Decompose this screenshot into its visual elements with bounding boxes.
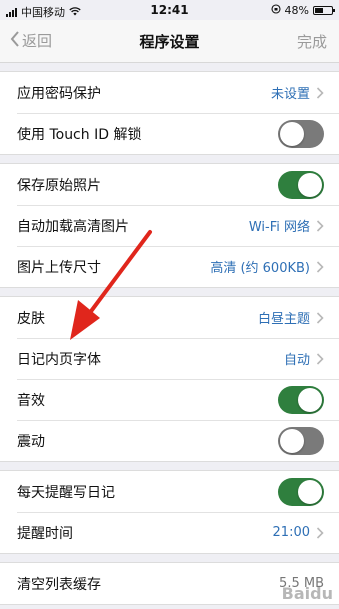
row-label: 震动 — [17, 433, 45, 450]
row-auto-load-hd[interactable]: 自动加载高清图片 Wi-Fi 网络 — [0, 205, 339, 246]
status-right: 48% — [270, 4, 335, 17]
chevron-right-icon — [316, 260, 324, 273]
sound-toggle[interactable] — [278, 385, 324, 414]
row-sound: 音效 — [0, 379, 339, 420]
daily-reminder-toggle[interactable] — [278, 477, 324, 506]
row-skin[interactable]: 皮肤 白昼主题 — [0, 297, 339, 338]
row-label: 使用 Touch ID 解锁 — [17, 126, 142, 143]
save-original-toggle[interactable] — [278, 170, 324, 199]
row-label: 自动加载高清图片 — [17, 218, 129, 235]
row-app-password[interactable]: 应用密码保护 未设置 — [0, 72, 339, 113]
row-value: 21:00 — [272, 525, 310, 540]
navigation-bar: 返回 程序设置 完成 — [0, 20, 339, 63]
row-value: 自动 — [283, 353, 310, 368]
row-vibration: 震动 — [0, 420, 339, 461]
row-label: 保存原始照片 — [17, 177, 101, 194]
row-label: 日记内页字体 — [17, 351, 101, 368]
row-value: 高清 (约 600KB) — [210, 261, 310, 276]
settings-group-security: 应用密码保护 未设置 使用 Touch ID 解锁 — [0, 71, 339, 155]
settings-group-photos: 保存原始照片 自动加载高清图片 Wi-Fi 网络 图片上传尺寸 高清 (约 60… — [0, 163, 339, 288]
row-reminder-time[interactable]: 提醒时间 21:00 — [0, 512, 339, 553]
chevron-right-icon — [316, 352, 324, 365]
row-label: 图片上传尺寸 — [17, 259, 101, 276]
orientation-lock-icon — [270, 4, 281, 17]
chevron-right-icon — [316, 219, 324, 232]
chevron-right-icon — [316, 526, 324, 539]
screen: 中国移动 12:41 48% 返回 程序设置 完成 应用密码保护 未设置 使用 … — [0, 0, 339, 609]
row-label: 每天提醒写日记 — [17, 484, 115, 501]
battery-percent: 48% — [284, 4, 309, 17]
row-touch-id: 使用 Touch ID 解锁 — [0, 113, 339, 154]
status-bar: 中国移动 12:41 48% — [0, 0, 339, 20]
row-value: 未设置 — [270, 87, 310, 102]
row-upload-size[interactable]: 图片上传尺寸 高清 (约 600KB) — [0, 246, 339, 287]
row-value: Wi-Fi 网络 — [248, 220, 310, 235]
vibration-toggle[interactable] — [278, 426, 324, 455]
row-save-original: 保存原始照片 — [0, 164, 339, 205]
settings-group-reminder: 每天提醒写日记 提醒时间 21:00 — [0, 470, 339, 554]
settings-list: 应用密码保护 未设置 使用 Touch ID 解锁 保存原始照片 自动加载高清图… — [0, 63, 339, 605]
row-label: 提醒时间 — [17, 525, 73, 542]
page-title: 程序设置 — [139, 33, 200, 51]
row-label: 皮肤 — [17, 310, 45, 327]
row-diary-font[interactable]: 日记内页字体 自动 — [0, 338, 339, 379]
chevron-right-icon — [316, 311, 324, 324]
row-label: 清空列表缓存 — [17, 576, 101, 593]
row-value: 白昼主题 — [257, 312, 310, 327]
battery-icon — [313, 6, 335, 15]
watermark: Baidu — [281, 584, 333, 603]
row-label: 音效 — [17, 392, 45, 409]
settings-group-appearance: 皮肤 白昼主题 日记内页字体 自动 音效 震动 — [0, 296, 339, 462]
chevron-right-icon — [316, 86, 324, 99]
row-daily-reminder: 每天提醒写日记 — [0, 471, 339, 512]
row-label: 应用密码保护 — [17, 85, 101, 102]
touch-id-toggle[interactable] — [278, 119, 324, 148]
done-button[interactable]: 完成 — [297, 31, 327, 52]
